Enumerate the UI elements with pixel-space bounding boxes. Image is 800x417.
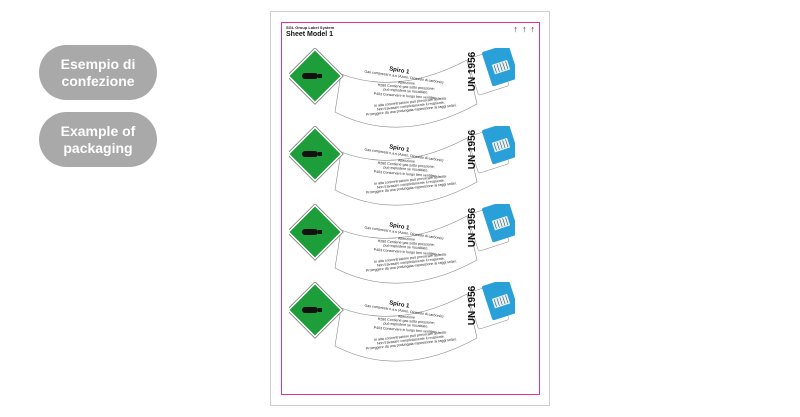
gas-hazard-diamond-icon: [289, 126, 344, 183]
label-sheet: SGL Group Label System Sheet Model 1 ↑ ↑…: [270, 11, 550, 406]
gas-cylinder-label: Spiro 1 Gas compressi n.a.s (Azoto, Dios…: [289, 204, 515, 284]
un-number: UN 1956: [467, 51, 479, 92]
un-number: UN 1956: [467, 129, 479, 170]
sheet-model-title: Sheet Model 1: [286, 31, 334, 38]
gas-cylinder-label: Spiro 1 Gas compressi n.a.s (Azoto, Dios…: [289, 282, 515, 362]
un-number: UN 1956: [467, 285, 479, 326]
arrow-up-icon: ↑: [522, 24, 527, 34]
gas-cylinder-label: Spiro 1 Gas compressi n.a.s (Azoto, Dios…: [289, 126, 515, 206]
orientation-arrows: ↑ ↑ ↑: [514, 25, 536, 34]
gas-hazard-diamond-icon: [289, 282, 344, 339]
example-packaging-english-button[interactable]: Example of packaging: [39, 112, 157, 167]
arrow-up-icon: ↑: [530, 24, 536, 34]
gas-hazard-diamond-icon: [289, 48, 344, 105]
gas-cylinder-label: Spiro 1 Gas compressi n.a.s (Azoto, Dios…: [289, 48, 515, 128]
arrow-up-icon: ↑: [513, 24, 519, 34]
un-number: UN 1956: [467, 207, 479, 248]
system-label: SGL Group Label System: [286, 25, 335, 30]
gas-hazard-diamond-icon: [289, 204, 344, 261]
example-packaging-italian-button[interactable]: Esempio di confezione: [39, 45, 157, 100]
